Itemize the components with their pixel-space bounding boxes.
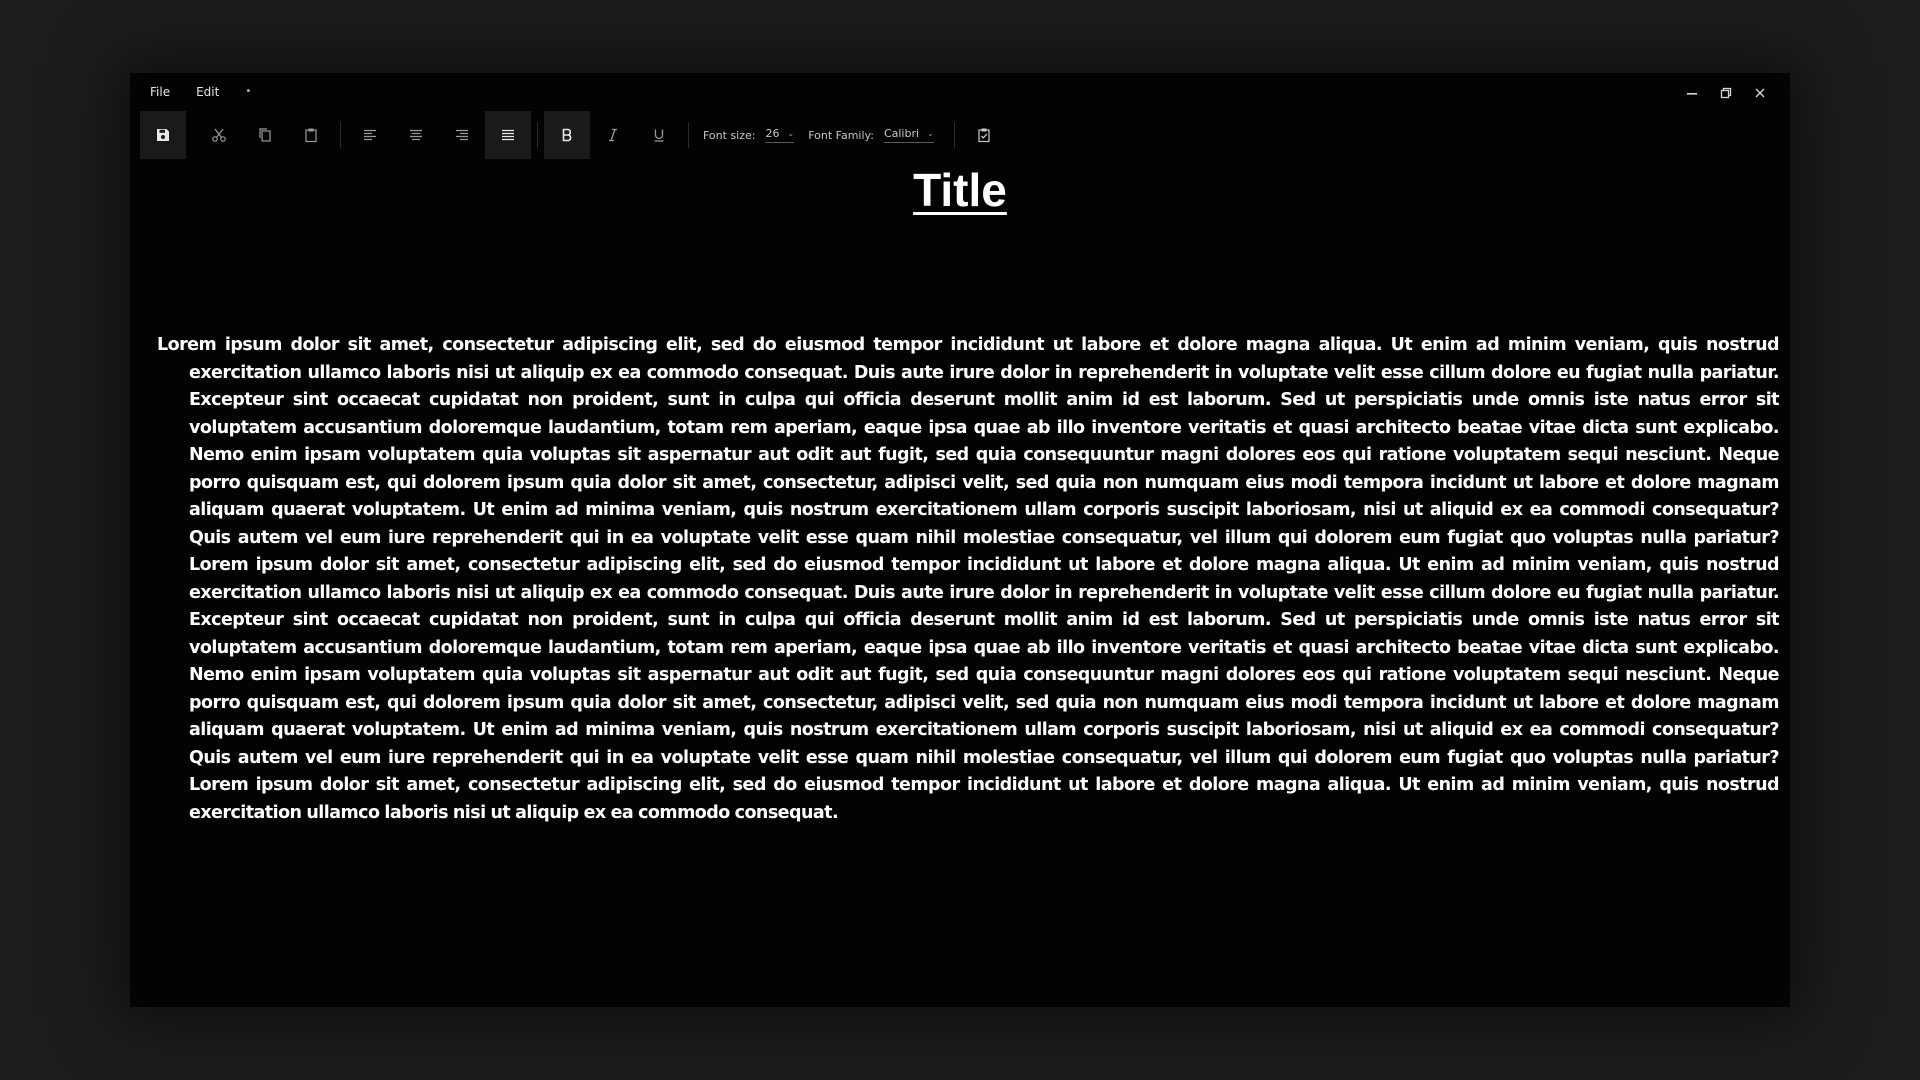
font-size-value: 26 [765,127,780,140]
align-center-icon [410,129,422,141]
font-family-value: Calibri [883,127,920,140]
toolbar-divider [953,122,955,148]
toolbar-divider [340,122,341,148]
clipboard-icon [305,128,317,143]
italic-button[interactable] [590,111,636,159]
underline-button[interactable] [636,111,682,159]
close-button[interactable] [1748,81,1772,105]
menu-more[interactable]: • [245,85,251,99]
toolbar-divider [537,122,538,148]
align-right-button[interactable] [439,111,485,159]
font-size-label: Font size: [703,128,756,142]
chevron-down-icon: ⌄ [787,129,795,138]
align-left-icon [364,129,376,141]
font-size-dropdown[interactable]: 26 ⌄ [765,127,795,143]
clipboard-check-icon [978,128,990,143]
editor-window: File Edit • Font size: 26 ⌄ Font Family:… [130,73,1790,1007]
font-family-label: Font Family: [808,128,874,142]
align-right-icon [456,129,468,141]
align-center-button[interactable] [393,111,439,159]
copy-icon [259,128,271,142]
clipboard-check-button[interactable] [961,111,1007,159]
scissors-icon [212,128,226,142]
title-bar: File Edit • [130,73,1790,113]
paste-button[interactable] [288,111,334,159]
chevron-down-icon: ⌄ [927,129,934,138]
menu-file[interactable]: File [150,85,184,99]
copy-button[interactable] [242,111,288,159]
save-icon [157,129,169,141]
menu-bar: File Edit • [150,85,251,99]
restore-icon [1720,87,1732,99]
italic-icon [609,128,617,142]
align-justify-button[interactable] [485,111,531,159]
font-family-dropdown[interactable]: Calibri ⌄ [883,127,934,143]
document-body[interactable]: Lorem ipsum dolor sit amet, consectetur … [157,332,1780,827]
bold-button[interactable] [544,111,590,159]
cut-button[interactable] [196,111,242,159]
toolbar-divider [688,122,689,148]
minimize-icon [1687,93,1697,95]
document-title[interactable]: Title [130,163,1790,217]
minimize-button[interactable] [1680,81,1704,105]
align-left-button[interactable] [347,111,393,159]
underline-icon [654,129,664,142]
align-justify-icon [502,129,514,141]
close-icon [1755,88,1765,98]
toolbar: Font size: 26 ⌄ Font Family: Calibri ⌄ [140,111,1007,159]
bold-icon [562,128,572,142]
save-button[interactable] [140,111,186,159]
restore-button[interactable] [1714,81,1738,105]
window-controls [1680,81,1772,105]
menu-edit[interactable]: Edit [196,85,233,99]
